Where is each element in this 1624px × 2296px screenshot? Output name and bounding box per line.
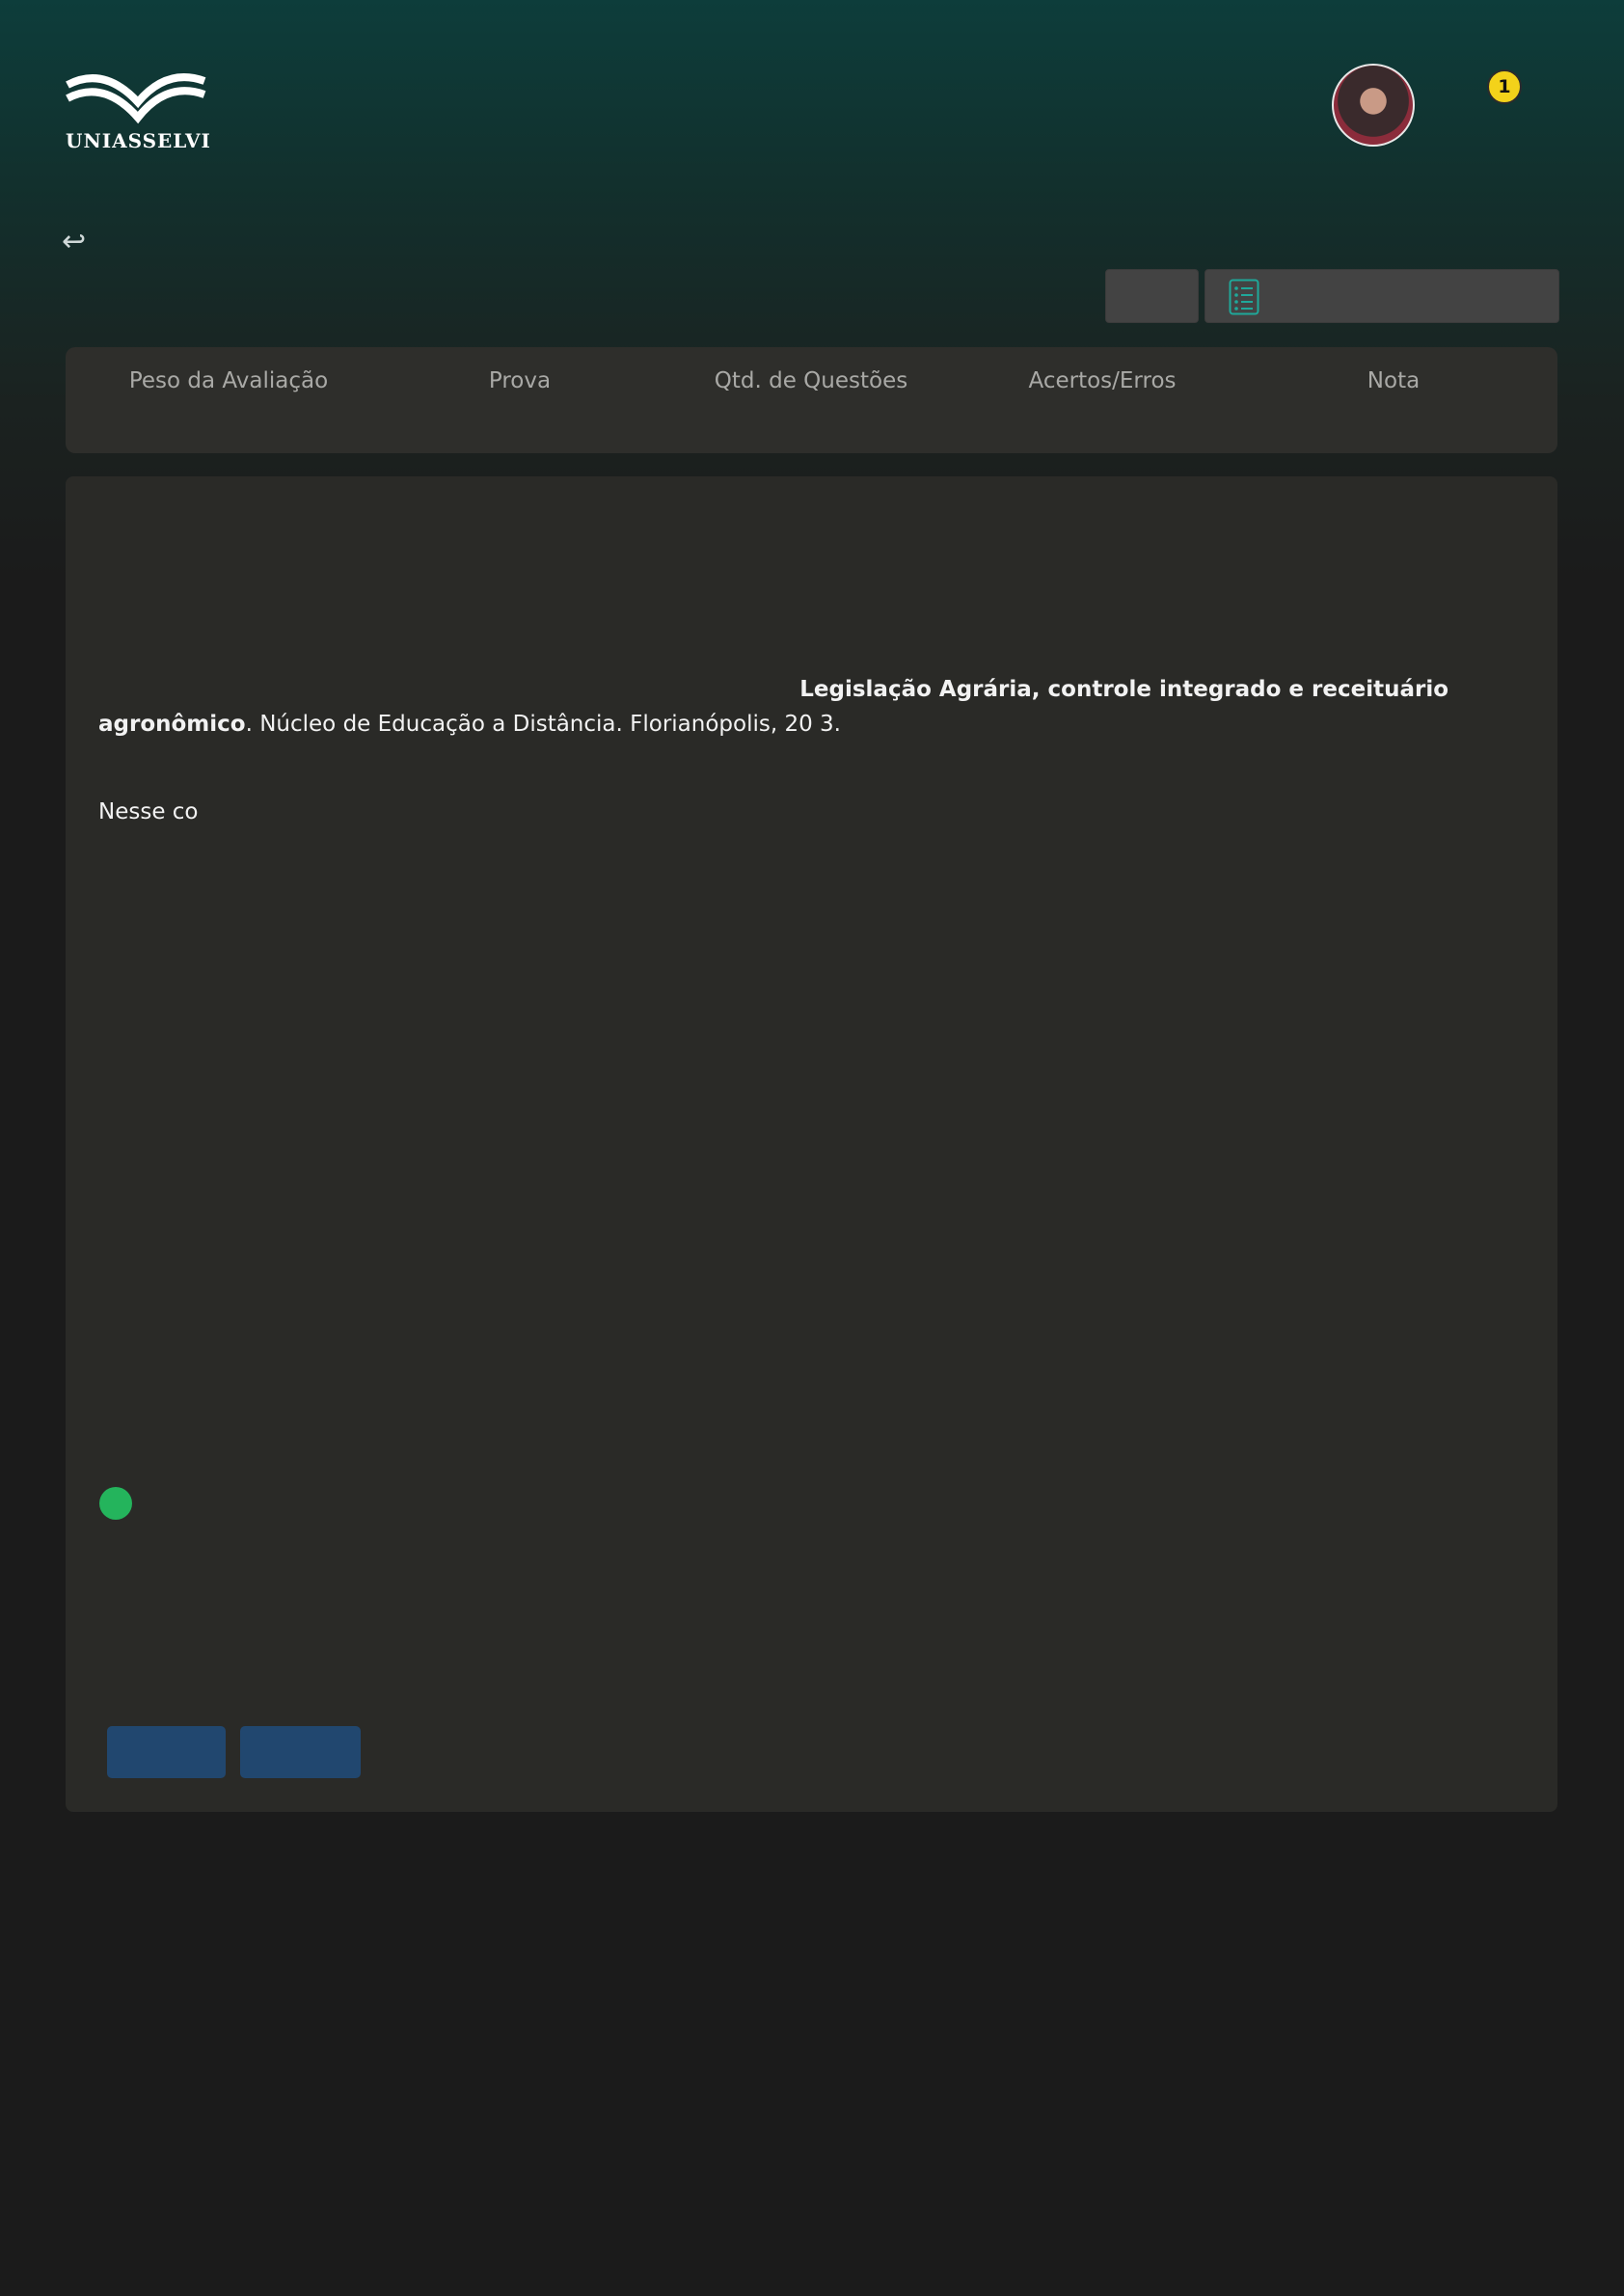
brand-name: UNIASSELVI <box>66 129 211 152</box>
summary-header-question-count: Qtd. de Questões <box>714 368 908 393</box>
summary-header-correct-wrong: Acertos/Erros <box>1028 368 1177 393</box>
summary-header-grade: Nota <box>1367 368 1421 393</box>
notification-badge[interactable]: 1 <box>1487 69 1522 104</box>
summary-header-weight: Peso da Avaliação <box>128 368 329 393</box>
back-button[interactable]: ↩ <box>62 226 95 258</box>
logo-book-icon <box>66 73 206 124</box>
return-arrow-icon: ↩ <box>62 225 87 258</box>
reference-source: . Núcleo de Educação a Distância. Floria… <box>245 712 841 737</box>
toolbar-button[interactable] <box>1105 269 1199 323</box>
evaluation-summary: Peso da Avaliação Prova Qtd. de Questões… <box>66 347 1557 453</box>
user-avatar[interactable] <box>1332 64 1415 147</box>
secondary-button[interactable] <box>240 1726 361 1778</box>
list-icon <box>1229 279 1259 315</box>
uniasselvi-logo: UNIASSELVI <box>66 64 211 152</box>
summary-header-exam: Prova <box>488 368 552 393</box>
selected-option-indicator[interactable] <box>99 1487 132 1520</box>
question-reference: Legislação Agrária, controle integrado e… <box>98 672 1526 742</box>
question-prompt: Nesse co <box>98 799 199 824</box>
question-panel: Legislação Agrária, controle integrado e… <box>66 476 1557 1812</box>
reference-line-2: agronômico. Núcleo de Educação a Distânc… <box>98 707 1526 742</box>
reference-title-end: agronômico <box>98 712 246 737</box>
question-list-button[interactable] <box>1204 269 1559 323</box>
reference-title: Legislação Agrária, controle integrado e… <box>799 677 1448 702</box>
primary-button[interactable] <box>107 1726 226 1778</box>
